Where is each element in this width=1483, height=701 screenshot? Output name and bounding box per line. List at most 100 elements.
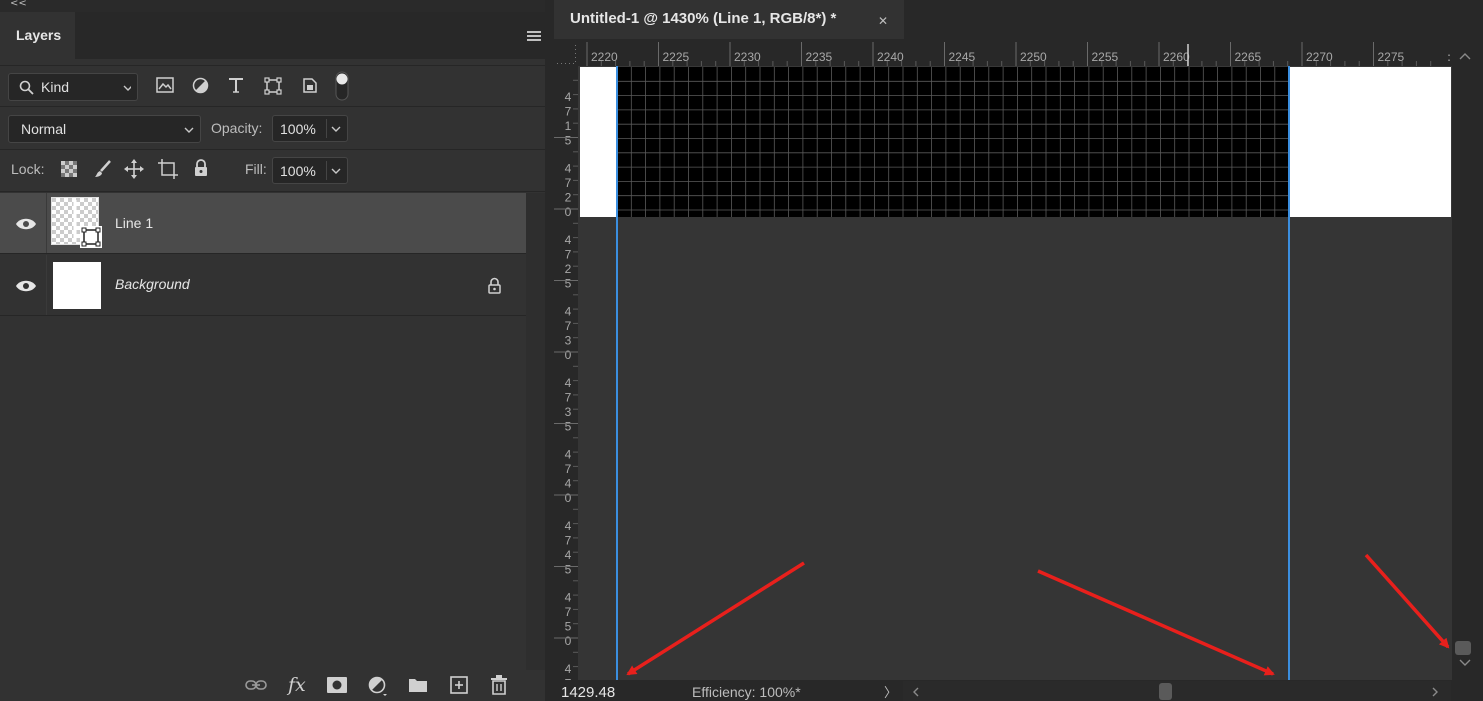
lock-position-icon[interactable] — [124, 159, 144, 179]
divider — [0, 315, 526, 316]
image-layer-filter-icon[interactable] — [156, 77, 174, 93]
ruler-label-digit: 4 — [565, 233, 572, 247]
ruler-label-digit: 1 — [565, 119, 572, 133]
ruler-label-digit: 0 — [565, 205, 572, 219]
fx-icon[interactable]: fx — [288, 674, 306, 696]
divider — [46, 255, 47, 315]
divider — [0, 65, 545, 66]
close-icon[interactable]: ✕ — [878, 14, 888, 28]
ruler-label-digit: 2 — [565, 191, 572, 205]
chevron-left-icon[interactable] — [911, 686, 921, 698]
vertical-scroll-thumb[interactable] — [1455, 641, 1471, 655]
filter-toggle-switch[interactable] — [335, 71, 349, 101]
divider — [0, 253, 526, 254]
divider — [0, 191, 545, 192]
vertical-scrollbar[interactable] — [1452, 42, 1483, 680]
type-layer-filter-icon[interactable] — [228, 77, 244, 93]
status-menu-arrow[interactable]: 〉 — [884, 682, 897, 701]
collapse-glyph[interactable]: << — [10, 0, 27, 9]
fill-field[interactable]: 100% — [272, 157, 348, 184]
ruler-label: 2230 — [734, 50, 761, 64]
ruler-label-digit: 3 — [565, 334, 572, 348]
lock-icon — [488, 277, 501, 294]
eye-icon[interactable] — [15, 279, 37, 293]
eye-icon[interactable] — [15, 217, 37, 231]
tab-layers-label[interactable]: Layers — [16, 27, 61, 43]
ruler-label: 2220 — [591, 50, 618, 64]
layer-name[interactable]: Background — [115, 276, 190, 292]
lock-all-icon[interactable] — [193, 159, 209, 177]
chevron-down-icon[interactable] — [1458, 658, 1472, 668]
opacity-value[interactable]: 100% — [280, 121, 316, 137]
ruler-corner-dots — [557, 45, 576, 64]
guide-line-left[interactable] — [616, 66, 618, 680]
ruler-label-digit: 7 — [565, 248, 572, 262]
fill-value[interactable]: 100% — [280, 163, 316, 179]
canvas-line-layer — [617, 67, 1289, 217]
chevron-down-icon — [123, 85, 131, 91]
mask-icon[interactable] — [327, 677, 347, 693]
opacity-label: Opacity: — [211, 120, 263, 136]
document-tab-title[interactable]: Untitled-1 @ 1430% (Line 1, RGB/8*) * — [570, 10, 836, 27]
panel-menu-icon[interactable] — [527, 31, 541, 42]
filter-kind-dropdown[interactable]: Kind — [8, 73, 138, 101]
chevron-right-icon[interactable] — [1430, 686, 1440, 698]
lock-image-pixels-icon[interactable] — [94, 160, 112, 178]
chevron-up-icon[interactable] — [1458, 51, 1472, 61]
horizontal-scroll-thumb[interactable] — [1159, 683, 1172, 700]
ruler-label: 2245 — [949, 50, 976, 64]
ruler-label-digit: 4 — [565, 662, 572, 676]
ruler-label-digit: 0 — [565, 348, 572, 362]
ruler-label-digit: 4 — [565, 448, 572, 462]
pixel-grid — [617, 67, 1289, 217]
ruler-label: 2255 — [1092, 50, 1119, 64]
ruler-label-digit: 7 — [565, 605, 572, 619]
link-icon[interactable] — [245, 679, 267, 691]
ruler-ticks: 2220 2225 2230 2235 2240 2245 2250 2255 2260 2265… — [586, 42, 1451, 66]
ruler-origin[interactable] — [554, 42, 578, 66]
horizontal-scrollbar[interactable] — [903, 681, 1451, 701]
ruler-label-digit: 4 — [565, 548, 572, 562]
lock-label: Lock: — [11, 161, 45, 177]
ruler-label-digit: 0 — [565, 634, 572, 648]
ruler-label-digit: 4 — [565, 305, 572, 319]
opacity-field[interactable]: 100% — [272, 115, 348, 142]
efficiency-status: Efficiency: 100%* — [692, 684, 801, 700]
ruler-label-digit: 7 — [565, 176, 572, 190]
panel-collapse-bar[interactable]: << — [0, 0, 545, 12]
trash-icon[interactable] — [490, 675, 508, 695]
new-layer-icon[interactable] — [450, 676, 468, 694]
guide-line-right[interactable] — [1288, 66, 1290, 680]
layer-name[interactable]: Line 1 — [115, 215, 153, 231]
chevron-down-icon[interactable] — [331, 126, 341, 134]
ruler-label: 2265 — [1235, 50, 1262, 64]
chevron-down-icon[interactable] — [331, 168, 341, 176]
ruler-label-digit: 3 — [565, 405, 572, 419]
adjustment-layer-filter-icon[interactable] — [192, 77, 209, 94]
ruler-label-digit: 5 — [565, 277, 572, 291]
search-icon — [19, 80, 34, 95]
ruler-label-digit: 5 — [565, 134, 572, 148]
filter-kind-label: Kind — [41, 79, 70, 95]
vruler-ticks: 4715472047254730473547404745475047 — [554, 79, 578, 680]
divider — [46, 193, 47, 253]
layers-scrollbar[interactable] — [526, 193, 545, 670]
blend-mode-dropdown[interactable]: Normal — [8, 115, 201, 143]
divider — [0, 106, 545, 107]
chevron-down-icon — [184, 127, 194, 133]
canvas-white-left — [580, 67, 617, 217]
adjustment-icon[interactable] — [368, 676, 388, 696]
ruler-label-digit: 4 — [565, 376, 572, 390]
folder-icon[interactable] — [408, 677, 428, 693]
ruler-label-digit: 7 — [565, 319, 572, 333]
zoom-value[interactable]: 1429.48 — [561, 684, 615, 701]
smart-object-filter-icon[interactable] — [302, 77, 318, 94]
ruler-label-digit: 4 — [565, 477, 572, 491]
lock-transparent-pixels-icon[interactable] — [61, 161, 77, 177]
ruler-label-digit: 2 — [565, 262, 572, 276]
layer-thumbnail[interactable] — [53, 262, 101, 309]
divider — [0, 149, 545, 150]
divider — [326, 119, 327, 138]
lock-artboard-icon[interactable] — [158, 159, 178, 179]
shape-layer-filter-icon[interactable] — [264, 77, 282, 95]
